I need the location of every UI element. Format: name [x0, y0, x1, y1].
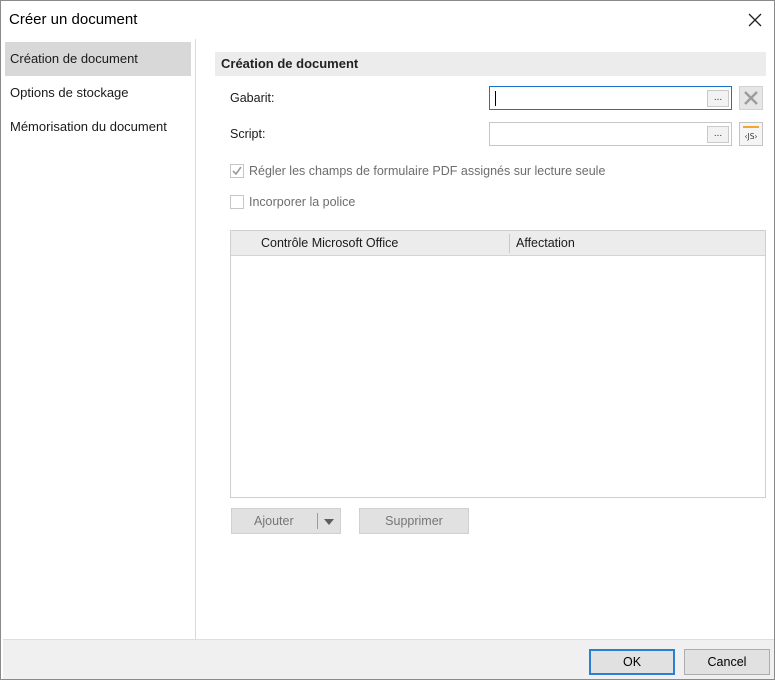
- create-document-dialog: Créer un document Création de document O…: [0, 0, 775, 680]
- readonly-pdf-fields-label: Régler les champs de formulaire PDF assi…: [249, 164, 606, 178]
- ok-button[interactable]: OK: [589, 649, 675, 675]
- cancel-button[interactable]: Cancel: [684, 649, 770, 675]
- split-divider: [317, 513, 318, 529]
- script-input[interactable]: ...: [489, 122, 732, 146]
- add-button-label: Ajouter: [254, 514, 294, 528]
- dialog-title: Créer un document: [9, 11, 138, 28]
- sidebar-item-options-stockage[interactable]: Options de stockage: [5, 76, 191, 110]
- title-bar: Créer un document: [1, 1, 774, 39]
- readonly-pdf-fields-row[interactable]: Régler les champs de formulaire PDF assi…: [230, 162, 605, 180]
- sidebar-item-creation-document[interactable]: Création de document: [5, 42, 191, 76]
- embed-font-row[interactable]: Incorporer la police: [230, 193, 355, 211]
- readonly-pdf-fields-checkbox[interactable]: [230, 164, 244, 178]
- main-content: Création de document Gabarit: ... Script…: [197, 39, 774, 639]
- gabarit-input[interactable]: ...: [489, 86, 732, 110]
- dropdown-arrow-icon[interactable]: [324, 519, 334, 525]
- check-icon: [232, 166, 242, 176]
- sidebar-item-memorisation-document[interactable]: Mémorisation du document: [5, 110, 191, 144]
- javascript-icon: ‹JS›: [743, 126, 759, 141]
- column-header-office-control[interactable]: Contrôle Microsoft Office: [261, 231, 398, 255]
- gabarit-browse-button[interactable]: ...: [707, 90, 729, 107]
- gabarit-clear-button[interactable]: [739, 86, 763, 110]
- clear-icon: [744, 91, 758, 105]
- embed-font-label: Incorporer la police: [249, 195, 356, 209]
- text-caret: [495, 91, 496, 106]
- sidebar-item-label: Création de document: [10, 51, 138, 66]
- script-editor-button[interactable]: ‹JS›: [739, 122, 763, 146]
- close-button[interactable]: [744, 9, 766, 31]
- script-browse-button[interactable]: ...: [707, 126, 729, 143]
- embed-font-checkbox[interactable]: [230, 195, 244, 209]
- grid-header: Contrôle Microsoft Office Affectation: [231, 231, 765, 256]
- close-icon: [748, 13, 762, 27]
- gabarit-label: Gabarit:: [230, 91, 275, 105]
- script-label: Script:: [230, 127, 266, 141]
- sidebar-item-label: Options de stockage: [10, 85, 129, 100]
- column-divider[interactable]: [509, 234, 510, 253]
- add-split-button[interactable]: Ajouter: [231, 508, 341, 534]
- svg-text:‹JS›: ‹JS›: [745, 132, 758, 141]
- mapping-grid[interactable]: Contrôle Microsoft Office Affectation: [230, 230, 766, 498]
- dialog-footer: OK Cancel: [3, 639, 774, 679]
- sidebar-nav: Création de document Options de stockage…: [3, 39, 196, 639]
- column-header-assignment[interactable]: Affectation: [516, 231, 575, 255]
- remove-button[interactable]: Supprimer: [359, 508, 469, 534]
- sidebar-item-label: Mémorisation du document: [10, 119, 167, 134]
- section-title: Création de document: [215, 52, 766, 76]
